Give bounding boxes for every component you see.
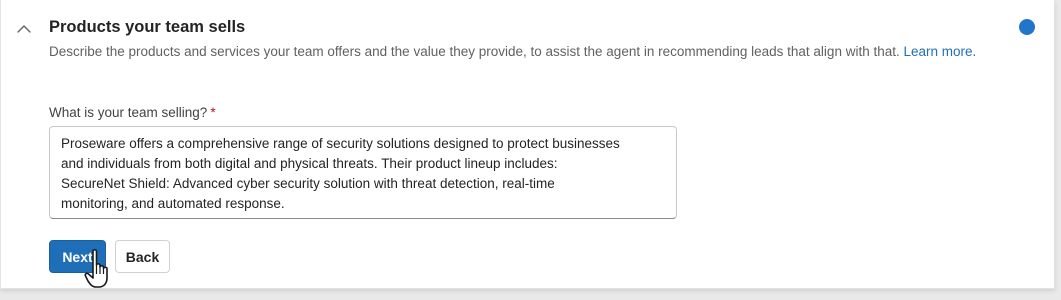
section-description: Describe the products and services your … xyxy=(49,42,997,62)
chevron-up-icon[interactable] xyxy=(14,22,34,36)
team-selling-label: What is your team selling? * xyxy=(49,105,216,120)
learn-more-link[interactable]: Learn more. xyxy=(904,44,977,59)
textarea-line: and individuals from both digital and ph… xyxy=(61,156,558,171)
team-selling-label-text: What is your team selling? xyxy=(49,105,208,120)
section-title: Products your team sells xyxy=(49,18,246,36)
next-button[interactable]: Next xyxy=(49,240,106,273)
textarea-line: SecureNet Shield: Advanced cyber securit… xyxy=(61,176,555,191)
textarea-line: Proseware offers a comprehensive range o… xyxy=(61,136,620,151)
team-selling-textarea[interactable]: Proseware offers a comprehensive range o… xyxy=(49,126,677,219)
products-section-card: Products your team sells Describe the pr… xyxy=(0,0,1055,289)
status-dot-icon xyxy=(1019,19,1035,35)
description-text: Describe the products and services your … xyxy=(49,44,900,59)
back-button[interactable]: Back xyxy=(115,240,170,273)
textarea-line: monitoring, and automated response. xyxy=(61,196,285,211)
required-marker: * xyxy=(210,105,216,120)
